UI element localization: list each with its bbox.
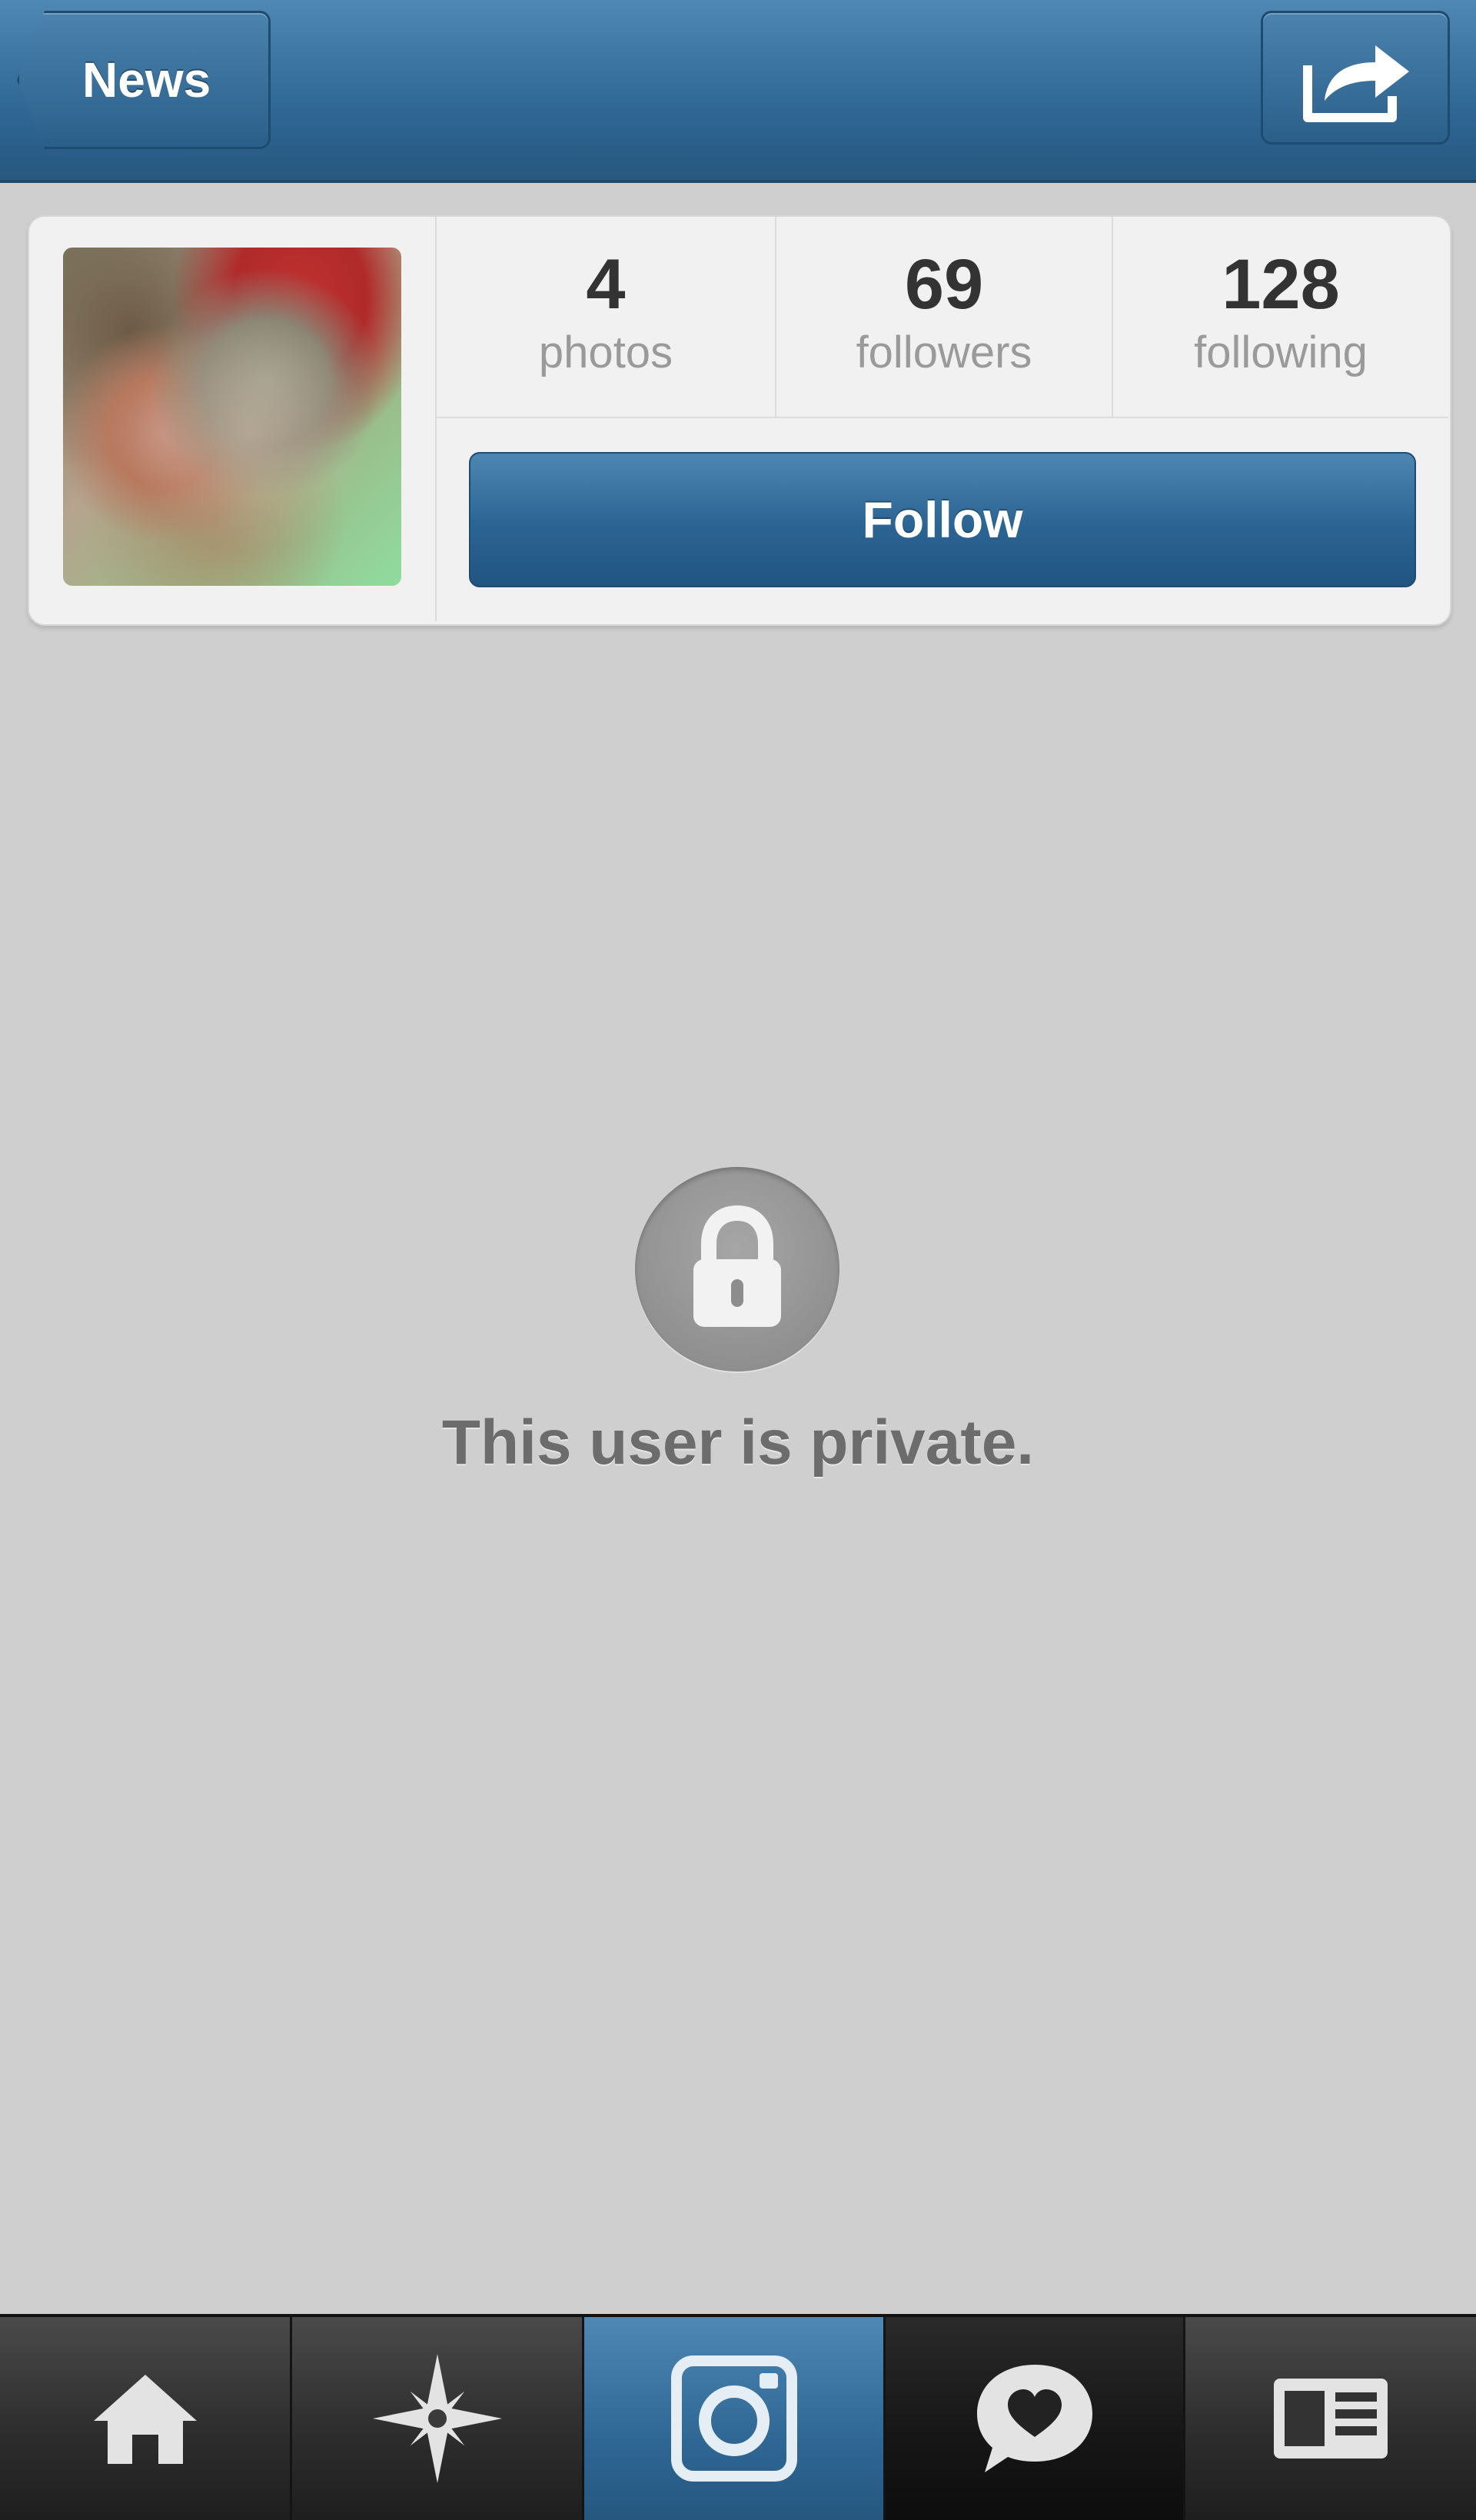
follow-button[interactable]: Follow xyxy=(469,452,1416,587)
tab-home[interactable] xyxy=(0,2317,292,2520)
tab-profile[interactable] xyxy=(1185,2317,1476,2520)
back-button-label: News xyxy=(82,52,211,108)
stat-label: following xyxy=(1194,327,1368,377)
tab-explore[interactable] xyxy=(292,2317,584,2520)
camera-icon xyxy=(670,2355,797,2482)
profile-icon xyxy=(1274,2379,1388,2458)
stat-value: 69 xyxy=(904,245,984,324)
divider xyxy=(437,417,1448,418)
tab-camera[interactable] xyxy=(584,2317,886,2520)
stat-photos[interactable]: 4 photos xyxy=(437,217,775,417)
back-button[interactable]: News xyxy=(17,11,271,149)
stat-value: 128 xyxy=(1222,245,1340,324)
tab-news[interactable] xyxy=(886,2317,1185,2520)
avatar[interactable] xyxy=(63,248,401,586)
stat-label: followers xyxy=(856,327,1032,377)
private-lock-badge xyxy=(635,1167,839,1371)
stat-followers[interactable]: 69 followers xyxy=(776,217,1112,417)
news-heart-icon xyxy=(976,2365,1092,2472)
bottom-tab-bar xyxy=(0,2314,1476,2520)
profile-card: 4 photos 69 followers 128 following Foll… xyxy=(28,215,1451,626)
share-icon xyxy=(1303,45,1409,122)
lock-icon xyxy=(693,1205,781,1327)
explore-icon xyxy=(372,2354,502,2483)
home-icon xyxy=(93,2375,197,2464)
share-button[interactable] xyxy=(1261,11,1450,145)
stat-following[interactable]: 128 following xyxy=(1113,217,1448,417)
private-message: This user is private. xyxy=(441,1408,1035,1478)
top-nav-bar: News xyxy=(0,0,1476,183)
stat-label: photos xyxy=(538,327,673,377)
stat-value: 4 xyxy=(586,245,626,324)
